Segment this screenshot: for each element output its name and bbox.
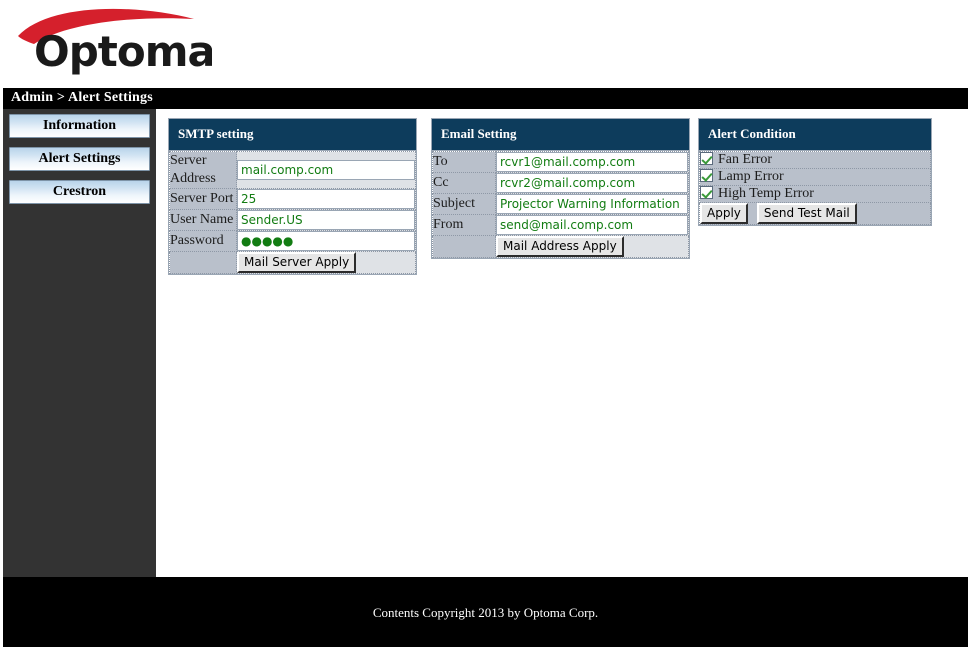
table-row: From bbox=[432, 214, 689, 236]
table-row: Lamp Error bbox=[699, 168, 931, 186]
email-subject-label: Subject bbox=[432, 193, 496, 215]
email-to-input[interactable] bbox=[496, 152, 688, 172]
checkbox-lamp-error[interactable] bbox=[700, 169, 713, 182]
logo-wordmark: Optoma bbox=[34, 27, 212, 76]
sidebar: Information Alert Settings Crestron bbox=[3, 109, 156, 577]
smtp-user-name-label: User Name bbox=[169, 209, 237, 231]
smtp-blank-cell bbox=[169, 251, 237, 274]
table-row: User Name bbox=[169, 209, 416, 231]
email-to-label: To bbox=[432, 151, 496, 173]
table-row: Server Address bbox=[169, 151, 416, 189]
page-root: Optoma Admin > Alert Settings Informatio… bbox=[0, 0, 975, 650]
content-area: SMTP setting Server Address Server Port … bbox=[156, 109, 968, 577]
table-row: Apply Send Test Mail bbox=[699, 202, 931, 225]
mail-server-apply-button[interactable]: Mail Server Apply bbox=[237, 252, 357, 273]
table-row: Server Port bbox=[169, 188, 416, 210]
table-row: Subject bbox=[432, 193, 689, 215]
email-cc-label: Cc bbox=[432, 172, 496, 194]
email-cc-input[interactable] bbox=[496, 173, 688, 193]
smtp-server-port-cell bbox=[236, 188, 416, 210]
email-from-input[interactable] bbox=[496, 215, 688, 235]
mail-address-apply-button[interactable]: Mail Address Apply bbox=[496, 236, 624, 257]
sidebar-item-alert-settings[interactable]: Alert Settings bbox=[9, 147, 150, 171]
email-subject-input[interactable] bbox=[496, 194, 688, 214]
alert-condition-high-temp-error-cell: High Temp Error bbox=[699, 185, 931, 203]
sidebar-item-crestron[interactable]: Crestron bbox=[9, 180, 150, 204]
send-test-mail-button[interactable]: Send Test Mail bbox=[756, 203, 857, 224]
email-subject-cell bbox=[495, 193, 689, 215]
email-panel-title: Email Setting bbox=[432, 119, 689, 151]
email-cc-cell bbox=[495, 172, 689, 194]
table-row: Mail Server Apply bbox=[169, 251, 416, 274]
table-row: Password bbox=[169, 230, 416, 252]
smtp-user-name-cell bbox=[236, 209, 416, 231]
email-from-cell bbox=[495, 214, 689, 236]
smtp-user-name-input[interactable] bbox=[237, 210, 415, 230]
alert-condition-lamp-error-label: Lamp Error bbox=[718, 169, 784, 184]
email-from-label: From bbox=[432, 214, 496, 236]
smtp-server-port-label: Server Port bbox=[169, 188, 237, 210]
smtp-password-label: Password bbox=[169, 230, 237, 252]
table-row: Fan Error bbox=[699, 151, 931, 169]
smtp-setting-panel: SMTP setting Server Address Server Port … bbox=[168, 118, 417, 275]
table-row: To bbox=[432, 151, 689, 173]
alert-condition-high-temp-error-label: High Temp Error bbox=[718, 186, 814, 201]
sidebar-item-information[interactable]: Information bbox=[9, 114, 150, 138]
logo-band: Optoma bbox=[0, 0, 975, 88]
email-blank-cell bbox=[432, 235, 496, 258]
alert-condition-panel: Alert Condition Fan Error Lamp Error Hig… bbox=[698, 118, 932, 226]
alert-panel-title: Alert Condition bbox=[699, 119, 931, 151]
alert-condition-fan-error-cell: Fan Error bbox=[699, 151, 931, 169]
smtp-server-address-input[interactable] bbox=[237, 160, 415, 180]
smtp-panel-title: SMTP setting bbox=[169, 119, 416, 151]
smtp-server-address-label: Server Address bbox=[169, 151, 237, 189]
breadcrumb: Admin > Alert Settings bbox=[11, 90, 153, 105]
smtp-password-input[interactable] bbox=[237, 231, 415, 251]
alert-table: Fan Error Lamp Error High Temp Error App… bbox=[699, 151, 931, 225]
checkbox-fan-error[interactable] bbox=[700, 152, 713, 165]
table-row: Mail Address Apply bbox=[432, 235, 689, 258]
optoma-logo-svg: Optoma bbox=[18, 8, 212, 76]
smtp-server-port-input[interactable] bbox=[237, 189, 415, 209]
smtp-password-cell bbox=[236, 230, 416, 252]
smtp-server-address-cell bbox=[236, 151, 416, 189]
email-table: To Cc Subject bbox=[432, 151, 689, 258]
alert-condition-lamp-error-cell: Lamp Error bbox=[699, 168, 931, 186]
table-row: Cc bbox=[432, 172, 689, 194]
optoma-logo: Optoma bbox=[12, 6, 212, 80]
email-apply-cell: Mail Address Apply bbox=[495, 235, 689, 258]
copyright-text: Contents Copyright 2013 by Optoma Corp. bbox=[372, 605, 599, 620]
table-row: High Temp Error bbox=[699, 185, 931, 203]
breadcrumb-bar: Admin > Alert Settings bbox=[3, 88, 968, 109]
alert-condition-fan-error-label: Fan Error bbox=[718, 152, 773, 167]
alert-apply-button[interactable]: Apply bbox=[700, 203, 748, 224]
checkbox-high-temp-error[interactable] bbox=[700, 186, 713, 199]
email-to-cell bbox=[495, 151, 689, 173]
email-setting-panel: Email Setting To Cc Subject bbox=[431, 118, 690, 259]
alert-buttons-cell: Apply Send Test Mail bbox=[699, 202, 931, 225]
footer-bar: Contents Copyright 2013 by Optoma Corp. bbox=[3, 577, 968, 647]
smtp-apply-cell: Mail Server Apply bbox=[236, 251, 416, 274]
smtp-table: Server Address Server Port User Name bbox=[169, 151, 416, 274]
